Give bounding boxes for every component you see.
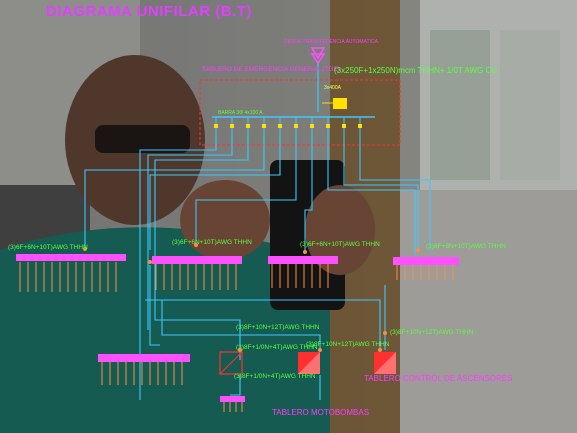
panel-board-1 (16, 254, 126, 292)
vfd-box-1 (219, 351, 243, 375)
panel-board-2 (152, 256, 242, 290)
feeder-cable-label-7: (3)8F+10N+12T)AWG THHN (390, 329, 474, 336)
main-board-label: TABLERO DE EMERGENCIA GENERAL (TGE) (202, 66, 340, 73)
ascensores-board-label: TABLERO CONTROL DE ASCENSORES (364, 374, 513, 383)
bus-label: BARRA 3Φ 4x100 A (218, 110, 263, 116)
panel-board-5 (98, 354, 190, 385)
ascensores-box (374, 352, 396, 374)
meter-box (333, 98, 347, 109)
source-label: DESDE TRANSFERENCIA AUTOMATICA (284, 39, 378, 45)
feeder-cable-label-3: (3)6F+6N+10T)AWG THHN (300, 241, 380, 248)
diagram-title: DIAGRAMA UNIFILAR (B.T) (46, 3, 252, 20)
feeder-cable-label-4: (3)6F+8N+10T)AWG THHN (426, 243, 506, 250)
feeder-cable-label-1: (3)6F+6N+10T)AWG THHN (8, 244, 88, 251)
panel-board-6 (220, 396, 245, 412)
panel-board-3 (268, 256, 338, 288)
main-breaker-label: 3x400A (324, 85, 341, 91)
wiring-layer (16, 47, 459, 412)
feeder-cable-label-8: (3)8F+1/0N+4T)AWG THHN (236, 344, 318, 351)
diagram-scene: DIAGRAMA UNIFILAR (B.T) DESDE TRANSFEREN… (0, 0, 577, 433)
feeder-cable-label-6: (3)8F+10N+12T)AWG THHN (306, 341, 390, 348)
main-feed-cable-label: (3x250F+1x250N)mcm THHN+ 1/0T AWG CU (334, 66, 498, 75)
feeder-cable-label-9: (3)8F+1/0N+4T)AWG THHN (234, 373, 316, 380)
feeder-cable-label-2: (3)6F+6N+10T)AWG THHN (172, 239, 252, 246)
motobombas-board-label: TABLERO MOTOBOMBAS (272, 408, 370, 417)
feeder-cable-label-5: (3)8F+10N+12T)AWG THHN (236, 324, 320, 331)
motobombas-box (298, 352, 320, 374)
panel-board-4 (393, 257, 459, 280)
